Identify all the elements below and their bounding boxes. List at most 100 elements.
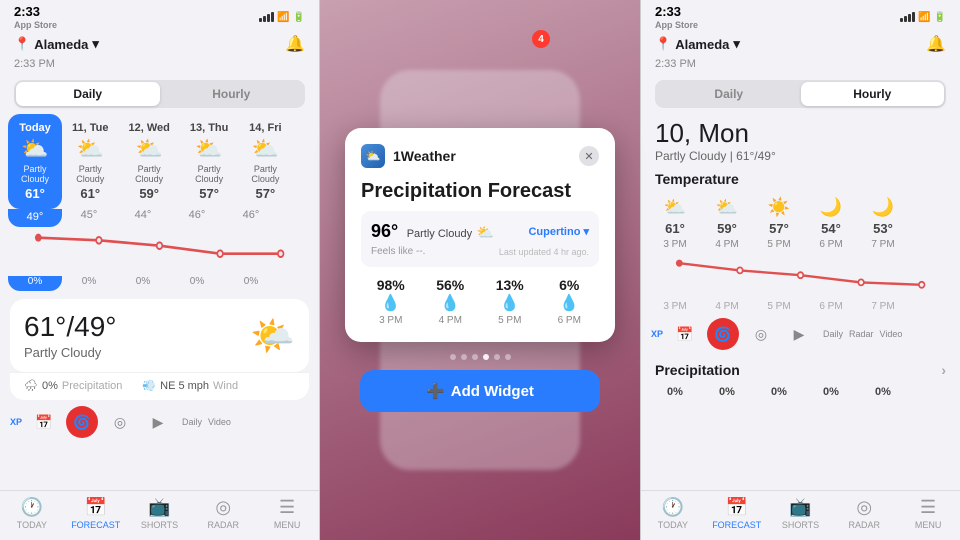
radar-toolbar-icon-right[interactable]: 🌀 xyxy=(707,318,739,350)
nav-forecast-right[interactable]: 📅 FORECAST xyxy=(705,497,769,530)
chevron-down-icon[interactable]: ▾ xyxy=(92,36,99,52)
pin-icon-right: 📍 xyxy=(655,36,671,52)
tab-hourly-right[interactable]: Hourly xyxy=(801,82,945,106)
widget-precip-5pm: 13% 💧 5 PM xyxy=(480,277,540,326)
signal-icon xyxy=(259,12,274,22)
icon-7pm: 🌙 xyxy=(872,197,894,218)
nav-today-left[interactable]: 🕐 TODAY xyxy=(0,497,64,530)
day-high-today: 61° xyxy=(25,186,45,201)
nav-today-right[interactable]: 🕐 TODAY xyxy=(641,497,705,530)
hour-4pm: ⛅ 59° 4 PM xyxy=(701,191,753,256)
tab-daily-right[interactable]: Daily xyxy=(657,82,801,106)
radar-nav-icon-right: ◎ xyxy=(856,497,872,518)
target-toolbar-icon-right[interactable]: ◎ xyxy=(745,318,777,350)
menu-nav-label-right: MENU xyxy=(915,520,942,530)
time-5pm: 5 PM xyxy=(480,315,540,326)
pin-icon: 📍 xyxy=(14,36,30,52)
widget-feels-like: Feels like --. xyxy=(371,246,425,257)
radar-nav-label-left: RADAR xyxy=(208,520,240,530)
bell-icon-right[interactable]: 🔔 xyxy=(926,34,946,54)
toolbar-left: XP 📅 🌀 ◎ ▶ Daily Video xyxy=(0,400,319,444)
nav-shorts-right[interactable]: 📺 SHORTS xyxy=(769,497,833,530)
current-time-left: 2:33 PM xyxy=(0,58,319,74)
day-icon-wed: ⛅ xyxy=(135,136,162,162)
store-label-left: App Store xyxy=(14,20,57,30)
radar-toolbar-icon[interactable]: 🌀 xyxy=(66,406,98,438)
nav-forecast-left[interactable]: 📅 FORECAST xyxy=(64,497,128,530)
notification-badge: 4 xyxy=(532,30,550,48)
day-high-wed: 59° xyxy=(139,186,159,201)
day-label-wed: 12, Wed xyxy=(128,122,169,134)
bell-icon-left[interactable]: 🔔 xyxy=(285,34,305,54)
dot-6[interactable] xyxy=(505,354,511,360)
widget-card: ⛅ 1Weather ✕ Precipitation Forecast 96° … xyxy=(345,128,615,342)
forecast-day-tue[interactable]: 11, Tue ⛅ PartlyCloudy 61° xyxy=(62,114,118,209)
temp-3pm: 61° xyxy=(665,221,685,236)
play-toolbar-icon-right[interactable]: ▶ xyxy=(783,318,815,350)
forecast-day-thu[interactable]: 13, Thu ⛅ PartlyCloudy 57° xyxy=(180,114,239,209)
left-panel: 2:33 App Store 📶 🔋 📍 Alameda ▾ 🔔 2:33 PM… xyxy=(0,0,320,540)
segment-control-right: Daily Hourly xyxy=(655,80,946,108)
nav-shorts-left[interactable]: 📺 SHORTS xyxy=(128,497,192,530)
widget-close-button[interactable]: ✕ xyxy=(579,146,599,166)
menu-nav-icon-left: ☰ xyxy=(279,497,295,518)
dot-3[interactable] xyxy=(472,354,478,360)
forecast-day-wed[interactable]: 12, Wed ⛅ PartlyCloudy 59° xyxy=(118,114,179,209)
widget-title: Precipitation Forecast xyxy=(361,180,599,203)
temp-4pm: 59° xyxy=(717,221,737,236)
add-widget-label: Add Widget xyxy=(451,383,534,400)
widget-city[interactable]: Cupertino ▾ xyxy=(528,225,589,238)
nav-radar-right[interactable]: ◎ RADAR xyxy=(832,497,896,530)
time-labels-right: 3 PM 4 PM 5 PM 6 PM 7 PM xyxy=(641,301,960,312)
add-widget-button[interactable]: ➕ Add Widget xyxy=(360,370,600,412)
date-display: 10, Mon xyxy=(655,118,946,149)
forecast-nav-icon-left: 📅 xyxy=(84,497,106,518)
menu-nav-label-left: MENU xyxy=(274,520,301,530)
tab-hourly-left[interactable]: Hourly xyxy=(160,82,304,106)
pct-5pm: 13% xyxy=(480,277,540,293)
precip-fri: 0% xyxy=(224,276,278,291)
shorts-nav-label-left: SHORTS xyxy=(141,520,178,530)
battery-icon-right: 🔋 xyxy=(934,12,946,23)
dot-1[interactable] xyxy=(450,354,456,360)
nav-menu-left[interactable]: ☰ MENU xyxy=(255,497,319,530)
temp-graph-left xyxy=(0,227,319,276)
daily-toolbar-icon[interactable]: 📅 xyxy=(28,406,60,438)
hour-3pm: ⛅ 61° 3 PM xyxy=(649,191,701,256)
tab-daily-left[interactable]: Daily xyxy=(16,82,160,106)
day-icon-today: ⛅ xyxy=(21,136,48,162)
dot-2[interactable] xyxy=(461,354,467,360)
status-bar-left: 2:33 App Store 📶 🔋 xyxy=(0,0,319,32)
widget-condition-icon: ⛅ xyxy=(477,224,494,240)
daily-toolbar-icon-right[interactable]: 📅 xyxy=(669,318,701,350)
low-temp-row-left: 49° 45° 44° 46° 46° xyxy=(0,209,319,227)
play-toolbar-icon[interactable]: ▶ xyxy=(142,406,174,438)
nav-menu-right[interactable]: ☰ MENU xyxy=(896,497,960,530)
chevron-right-icon: › xyxy=(941,362,946,378)
target-toolbar-icon[interactable]: ◎ xyxy=(104,406,136,438)
dot-4[interactable] xyxy=(483,354,489,360)
forecast-day-fri[interactable]: 14, Fri ⛅ PartlyCloudy 57° xyxy=(238,114,292,209)
forecast-day-today[interactable]: Today ⛅ PartlyCloudy 61° xyxy=(8,114,62,209)
temp-7pm: 53° xyxy=(873,221,893,236)
day-high-thu: 57° xyxy=(199,186,219,201)
nav-radar-left[interactable]: ◎ RADAR xyxy=(191,497,255,530)
radar-nav-icon-left: ◎ xyxy=(215,497,231,518)
time-3pm: 3 PM xyxy=(361,315,421,326)
dot-5[interactable] xyxy=(494,354,500,360)
pct-6pm: 6% xyxy=(540,277,600,293)
temp-graph-right xyxy=(641,256,960,301)
shorts-nav-icon-right: 📺 xyxy=(789,497,811,518)
chevron-down-icon-right[interactable]: ▾ xyxy=(733,36,740,52)
forecast-strip-left: Today ⛅ PartlyCloudy 61° 11, Tue ⛅ Partl… xyxy=(0,114,319,209)
precip-val-3: 0% xyxy=(753,386,805,398)
bottom-nav-left: 🕐 TODAY 📅 FORECAST 📺 SHORTS ◎ RADAR ☰ ME… xyxy=(0,490,319,540)
daily-label-right: Daily xyxy=(823,329,843,339)
video-label: Video xyxy=(208,417,231,427)
wind-stat: 💨 NE 5 mph Wind xyxy=(142,379,238,392)
wifi-icon-right: 📶 xyxy=(918,12,930,23)
today-nav-icon-left: 🕐 xyxy=(21,497,43,518)
widget-precip-row: 98% 💧 3 PM 56% 💧 4 PM 13% 💧 5 PM 6% 💧 6 … xyxy=(361,277,599,326)
widget-precip-6pm: 6% 💧 6 PM xyxy=(540,277,600,326)
time-label-4pm: 4 PM xyxy=(715,239,738,250)
